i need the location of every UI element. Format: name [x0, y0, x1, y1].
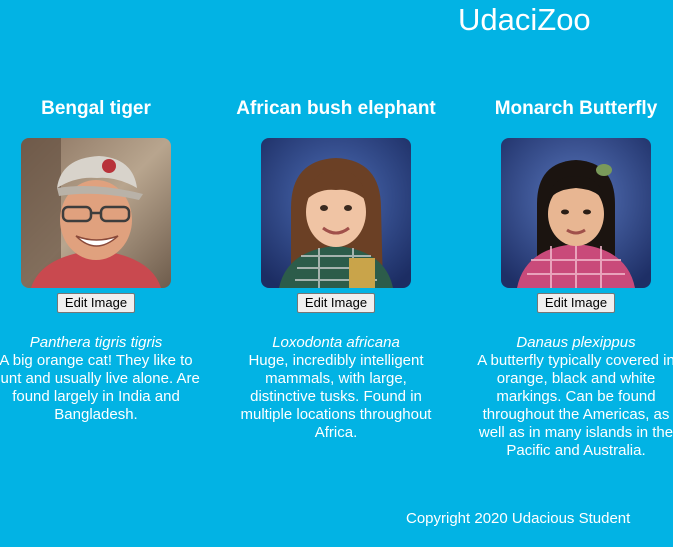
animal-photo — [261, 138, 411, 288]
animal-card-monarch-butterfly: Monarch Butterfly Edit Image Danaus plex… — [471, 96, 673, 460]
card-title: Bengal tiger — [41, 98, 151, 119]
animal-photo — [501, 138, 651, 288]
page: UdaciZoo Bengal tiger Edit Image Panther… — [0, 0, 673, 547]
animal-description: A big orange cat! They like to hunt and … — [0, 352, 200, 423]
edit-image-button[interactable]: Edit Image — [536, 293, 616, 313]
person-photo-icon — [261, 138, 411, 288]
site-title: UdaciZoo — [458, 2, 591, 37]
animal-description: Huge, incredibly intelligent mammals, wi… — [240, 352, 432, 441]
scientific-name: Panthera tigris tigris — [29, 334, 163, 351]
footer-copyright: Copyright 2020 Udacious Student — [406, 510, 631, 527]
animal-card-bengal-tiger: Bengal tiger Edit Image Panthera tigris … — [0, 96, 201, 424]
person-photo-icon — [21, 138, 171, 288]
edit-image-button[interactable]: Edit Image — [296, 293, 376, 313]
edit-image-button[interactable]: Edit Image — [56, 293, 136, 313]
person-photo-icon — [501, 138, 651, 288]
scientific-name: Danaus plexippus — [516, 334, 636, 351]
animal-description: A butterfly typically covered in orange,… — [477, 352, 673, 459]
card-title: Monarch Butterfly — [494, 98, 658, 119]
animal-photo — [21, 138, 171, 288]
animal-card-african-bush-elephant: African bush elephant Edit Image Loxodon… — [231, 96, 441, 442]
card-title: African bush elephant — [236, 98, 436, 119]
scientific-name: Loxodonta africana — [272, 334, 400, 351]
